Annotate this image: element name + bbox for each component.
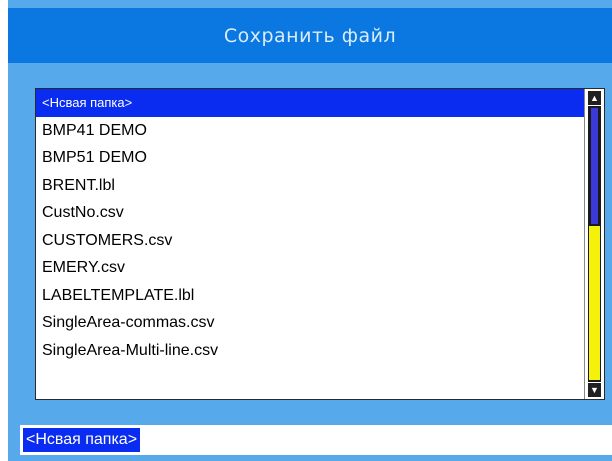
file-list: <Нсвая папка> BMP41 DEMO BMP51 DEMO BREN… — [36, 89, 584, 399]
list-item[interactable]: BRENT.lbl — [36, 172, 584, 200]
title-bar: Сохранить файл — [8, 8, 612, 63]
list-item[interactable]: LABELTEMPLATE.lbl — [36, 282, 584, 310]
list-item[interactable]: CustNo.csv — [36, 199, 584, 227]
vertical-scrollbar[interactable]: ▲ ▼ — [584, 89, 604, 399]
scroll-track[interactable] — [588, 106, 601, 382]
scroll-up-arrow-icon[interactable]: ▲ — [588, 91, 601, 105]
list-item[interactable]: CUSTOMERS.csv — [36, 227, 584, 255]
file-listbox[interactable]: <Нсвая папка> BMP41 DEMO BMP51 DEMO BREN… — [35, 88, 605, 400]
list-item[interactable]: EMERY.csv — [36, 254, 584, 282]
dialog-title: Сохранить файл — [223, 24, 397, 47]
filename-input[interactable]: <Нсвая папка> — [20, 425, 612, 455]
filename-input-value: <Нсвая папка> — [23, 428, 141, 452]
list-item[interactable]: SingleArea-commas.csv — [36, 309, 584, 337]
list-item[interactable]: BMP41 DEMO — [36, 117, 584, 145]
list-item-new-folder[interactable]: <Нсвая папка> — [36, 89, 584, 117]
list-item[interactable]: SingleArea-Multi-line.csv — [36, 337, 584, 365]
list-item[interactable]: BMP51 DEMO — [36, 144, 584, 172]
scroll-track-fill — [591, 108, 598, 224]
scroll-thumb[interactable] — [589, 226, 600, 380]
save-file-dialog: Сохранить файл <Нсвая папка> BMP41 DEMO … — [8, 0, 612, 461]
scroll-down-arrow-icon[interactable]: ▼ — [588, 383, 601, 397]
